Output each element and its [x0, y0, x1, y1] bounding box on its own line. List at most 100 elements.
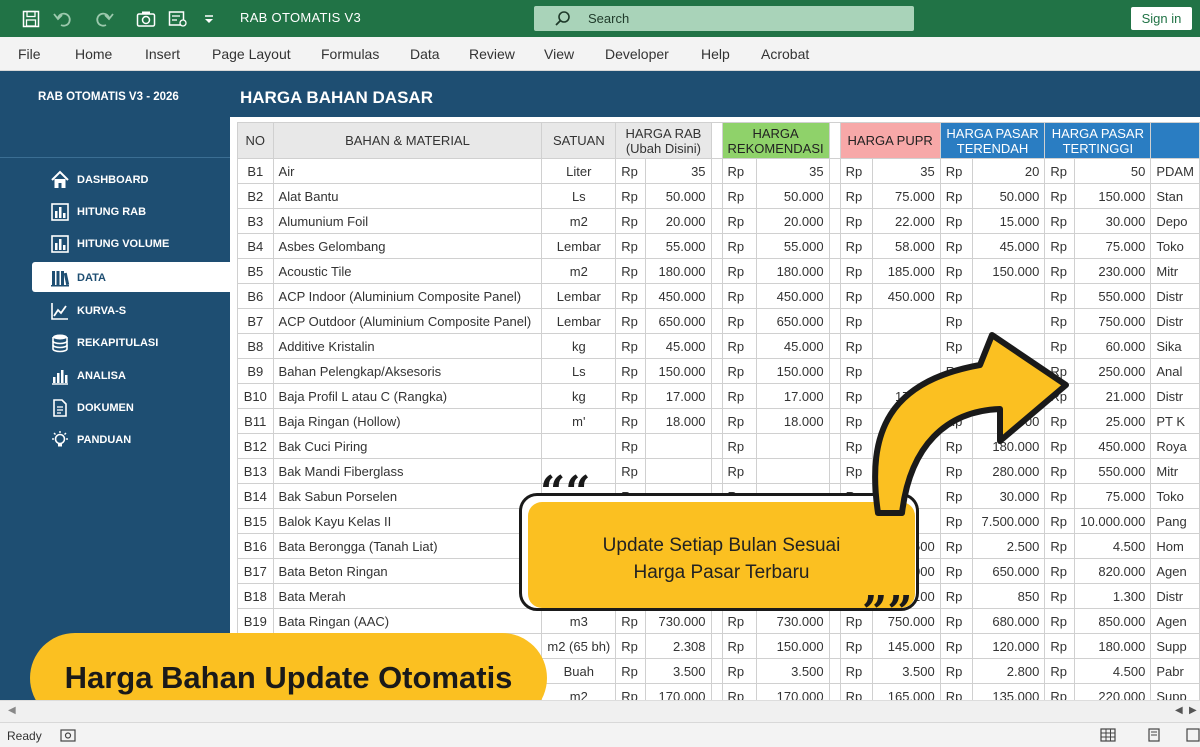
sidebar-item-dashboard[interactable]: DASHBOARD: [32, 164, 230, 194]
cell-currency[interactable]: Rp: [615, 458, 647, 484]
cell-harga-terendah[interactable]: 45.000: [972, 233, 1046, 259]
customize-toolbar-icon[interactable]: [199, 9, 219, 29]
cell-currency[interactable]: Rp: [1044, 533, 1076, 559]
cell-harga-rab[interactable]: 35: [645, 158, 712, 184]
cell-unit[interactable]: Lembar: [541, 308, 617, 334]
cell-harga-rekomendasi[interactable]: 20.000: [755, 208, 830, 234]
cell-currency[interactable]: Rp: [721, 458, 757, 484]
cell-harga-rab[interactable]: 18.000: [645, 408, 712, 434]
cell-harga-rekomendasi[interactable]: 730.000: [755, 608, 830, 634]
cell-material[interactable]: Balok Kayu Kelas II: [272, 508, 543, 534]
cell-source[interactable]: Mitr: [1150, 458, 1200, 484]
tab-review[interactable]: Review: [469, 46, 515, 62]
cell-unit[interactable]: Ls: [541, 183, 617, 209]
cell-unit[interactable]: Lembar: [541, 233, 617, 259]
cell-source[interactable]: Toko: [1150, 233, 1200, 259]
cell-unit[interactable]: m3: [541, 608, 617, 634]
cell-currency[interactable]: Rp: [1044, 183, 1076, 209]
cell-source[interactable]: Distr: [1150, 283, 1200, 309]
cell-currency[interactable]: Rp: [615, 383, 647, 409]
cell-currency[interactable]: Rp: [1044, 658, 1076, 684]
cell-currency[interactable]: Rp: [721, 233, 757, 259]
cell-harga-rekomendasi[interactable]: 35: [755, 158, 830, 184]
cell-currency[interactable]: Rp: [939, 233, 974, 259]
cell-no[interactable]: B4: [237, 233, 274, 259]
cell-harga-terendah[interactable]: 120.000: [972, 633, 1046, 659]
cell-no[interactable]: B9: [237, 358, 274, 384]
cell-harga-tertinggi[interactable]: 4.500: [1074, 658, 1152, 684]
sidebar-item-analisa[interactable]: ANALISA: [32, 360, 230, 390]
normal-view-icon[interactable]: [1100, 728, 1116, 742]
page-layout-view-icon[interactable]: [1146, 728, 1162, 742]
cell-source[interactable]: Agen: [1150, 608, 1200, 634]
cell-no[interactable]: B17: [237, 558, 274, 584]
cell-currency[interactable]: Rp: [721, 183, 757, 209]
cell-currency[interactable]: Rp: [1044, 233, 1076, 259]
cell-currency[interactable]: Rp: [615, 358, 647, 384]
cell-no[interactable]: B14: [237, 483, 274, 509]
cell-harga-terendah[interactable]: 50.000: [972, 183, 1046, 209]
cell-currency[interactable]: Rp: [939, 208, 974, 234]
cell-source[interactable]: Distr: [1150, 308, 1200, 334]
cell-source[interactable]: PT K: [1150, 408, 1200, 434]
cell-harga-rekomendasi[interactable]: 650.000: [755, 308, 830, 334]
cell-currency[interactable]: Rp: [721, 308, 757, 334]
cell-material[interactable]: Bata Ringan (AAC): [272, 608, 543, 634]
cell-currency[interactable]: Rp: [615, 433, 647, 459]
cell-harga-tertinggi[interactable]: 180.000: [1074, 633, 1152, 659]
cell-harga-rekomendasi[interactable]: 45.000: [755, 333, 830, 359]
cell-currency[interactable]: Rp: [1044, 583, 1076, 609]
scroll-right-icon[interactable]: ▶: [1189, 705, 1197, 716]
cell-harga-pupr[interactable]: 58.000: [871, 233, 941, 259]
cell-material[interactable]: ACP Outdoor (Aluminium Composite Panel): [272, 308, 543, 334]
cell-currency[interactable]: Rp: [939, 583, 974, 609]
cell-unit[interactable]: kg: [541, 333, 617, 359]
sidebar-item-panduan[interactable]: PANDUAN: [32, 424, 230, 454]
cell-harga-rekomendasi[interactable]: 50.000: [755, 183, 830, 209]
cell-currency[interactable]: Rp: [721, 208, 757, 234]
cell-unit[interactable]: Lembar: [541, 283, 617, 309]
cell-currency[interactable]: Rp: [615, 608, 647, 634]
cell-harga-tertinggi[interactable]: 50: [1074, 158, 1152, 184]
cell-currency[interactable]: Rp: [839, 158, 873, 184]
cell-harga-pupr[interactable]: 3.500: [871, 658, 941, 684]
cell-harga-tertinggi[interactable]: 850.000: [1074, 608, 1152, 634]
cell-currency[interactable]: Rp: [939, 158, 974, 184]
cell-harga-rab[interactable]: 650.000: [645, 308, 712, 334]
cell-no[interactable]: B8: [237, 333, 274, 359]
sidebar-item-dokumen[interactable]: DOKUMEN: [32, 392, 230, 422]
cell-harga-rekomendasi[interactable]: 17.000: [755, 383, 830, 409]
sidebar-item-hitung-rab[interactable]: HITUNG RAB: [32, 196, 230, 226]
cell-unit[interactable]: Buah: [541, 658, 617, 684]
cell-currency[interactable]: Rp: [1044, 608, 1076, 634]
cell-source[interactable]: Pabr: [1150, 658, 1200, 684]
cell-currency[interactable]: Rp: [615, 183, 647, 209]
cell-harga-rekomendasi[interactable]: 180.000: [755, 258, 830, 284]
cell-currency[interactable]: Rp: [615, 408, 647, 434]
cell-source[interactable]: Hom: [1150, 533, 1200, 559]
cell-currency[interactable]: Rp: [615, 333, 647, 359]
cell-harga-terendah[interactable]: 650.000: [972, 558, 1046, 584]
scroll-left-end-icon[interactable]: ◀: [1175, 705, 1183, 716]
cell-currency[interactable]: Rp: [1044, 158, 1076, 184]
tab-data[interactable]: Data: [410, 46, 440, 62]
sidebar-item-data[interactable]: DATA: [32, 262, 230, 292]
cell-currency[interactable]: Rp: [721, 358, 757, 384]
cell-harga-rekomendasi[interactable]: 150.000: [755, 633, 830, 659]
cell-unit[interactable]: kg: [541, 383, 617, 409]
cell-no[interactable]: B16: [237, 533, 274, 559]
cell-no[interactable]: B10: [237, 383, 274, 409]
tab-view[interactable]: View: [544, 46, 574, 62]
redo-icon[interactable]: [94, 9, 114, 29]
cell-harga-rekomendasi[interactable]: 150.000: [755, 358, 830, 384]
cell-currency[interactable]: Rp: [721, 658, 757, 684]
cell-source[interactable]: Stan: [1150, 183, 1200, 209]
cell-currency[interactable]: Rp: [721, 333, 757, 359]
cell-currency[interactable]: Rp: [839, 183, 873, 209]
cell-currency[interactable]: Rp: [939, 633, 974, 659]
cell-currency[interactable]: Rp: [939, 608, 974, 634]
cell-source[interactable]: Roya: [1150, 433, 1200, 459]
camera-icon[interactable]: [136, 9, 156, 29]
tab-help[interactable]: Help: [701, 46, 730, 62]
cell-source[interactable]: Distr: [1150, 383, 1200, 409]
